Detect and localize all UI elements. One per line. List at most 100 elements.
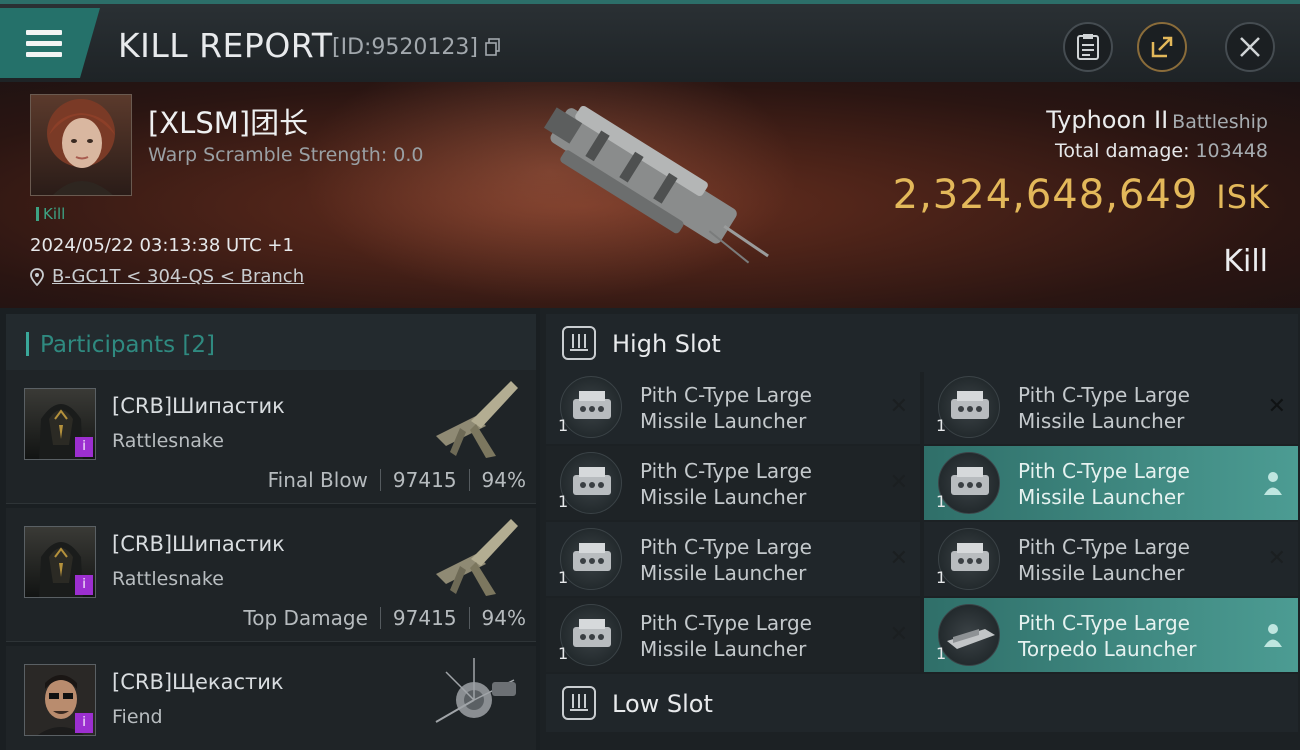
participant-avatar[interactable]: i bbox=[24, 388, 96, 460]
module-name: Pith C-Type Large Missile Launcher bbox=[640, 610, 812, 662]
participant-damage: 97415 bbox=[392, 606, 457, 630]
module-item[interactable]: 1 Pith C-Type Large Missile Launcher ✕ bbox=[924, 522, 1298, 596]
module-name-line2: Missile Launcher bbox=[640, 637, 807, 661]
participant-avatar[interactable]: i bbox=[24, 664, 96, 736]
module-item[interactable]: 1 Pith C-Type Large Missile Launcher ✕ bbox=[546, 446, 920, 520]
participant-role: Final Blow bbox=[267, 468, 368, 492]
kill-location[interactable]: B-GC1T < 304-QS < Branch bbox=[30, 266, 304, 287]
rattlesnake-ship-image bbox=[436, 519, 518, 596]
page-title: KILL REPORT bbox=[118, 26, 333, 65]
participant-row[interactable]: i [CRB]Шипастик Rattlesnake Final Blow 9… bbox=[6, 370, 536, 504]
module-name: Pith C-Type Large Missile Launcher bbox=[1018, 382, 1190, 434]
clipboard-button[interactable] bbox=[1063, 22, 1113, 72]
victim-portrait[interactable] bbox=[30, 94, 132, 196]
module-name: Pith C-Type Large Missile Launcher bbox=[640, 382, 812, 434]
module-name-line1: Pith C-Type Large bbox=[640, 535, 812, 559]
module-name-line1: Pith C-Type Large bbox=[640, 383, 812, 407]
module-name-line1: Pith C-Type Large bbox=[1018, 459, 1190, 483]
menu-button[interactable] bbox=[0, 8, 100, 78]
ship-class: Battleship bbox=[1172, 111, 1268, 133]
fiend-ship-image bbox=[435, 658, 516, 723]
module-quantity: 1 bbox=[558, 492, 569, 511]
participant-damage: 97415 bbox=[392, 468, 457, 492]
module-item[interactable]: 1 Pith C-Type Large Missile Launcher bbox=[924, 446, 1298, 520]
warp-scramble-strength: Warp Scramble Strength: 0.0 bbox=[148, 144, 424, 166]
participants-header: Participants [2] bbox=[6, 314, 536, 374]
module-item[interactable]: 1 Pith C-Type Large Missile Launcher ✕ bbox=[546, 370, 920, 444]
module-name-line2: Missile Launcher bbox=[640, 561, 807, 585]
participants-panel: Participants [2] i [CRB]Шипастик Rattles… bbox=[0, 308, 540, 750]
clipboard-icon bbox=[1077, 34, 1099, 60]
module-quantity: 1 bbox=[936, 644, 947, 663]
stat-divider bbox=[379, 469, 381, 491]
isk-amount: 2,324,648,649 bbox=[892, 172, 1199, 218]
module-name-line1: Pith C-Type Large bbox=[1018, 383, 1190, 407]
report-id[interactable]: [ID:9520123] bbox=[332, 35, 501, 60]
victim-banner: [XLSM]团长 Warp Scramble Strength: 0.0 Kil… bbox=[0, 82, 1300, 308]
top-bar: KILL REPORT [ID:9520123] bbox=[0, 0, 1300, 82]
victim-ship-type: Typhoon II Battleship bbox=[1046, 106, 1268, 134]
close-button[interactable] bbox=[1225, 22, 1275, 72]
stat-divider bbox=[379, 607, 381, 629]
participant-name: [CRB]Шипастик bbox=[112, 394, 285, 418]
destroyed-icon: ✕ bbox=[1267, 394, 1286, 419]
module-name-line2: Missile Launcher bbox=[1018, 409, 1185, 433]
torpedo-launcher-icon bbox=[938, 604, 1000, 666]
high-slot-icon bbox=[562, 326, 596, 360]
destroyed-icon: ✕ bbox=[1267, 546, 1286, 571]
stat-divider bbox=[468, 469, 470, 491]
missile-launcher-icon bbox=[560, 376, 622, 438]
security-badge: i bbox=[75, 713, 93, 733]
kill-datetime: 2024/05/22 03:13:38 UTC +1 bbox=[30, 235, 294, 256]
low-slot-header: Low Slot bbox=[546, 674, 1298, 732]
module-quantity: 1 bbox=[558, 644, 569, 663]
rattlesnake-ship-image bbox=[436, 381, 518, 458]
missile-launcher-icon bbox=[560, 452, 622, 514]
module-name-line2: Missile Launcher bbox=[640, 409, 807, 433]
victim-name: [XLSM]团长 bbox=[148, 106, 309, 140]
destroyed-icon: ✕ bbox=[889, 470, 908, 495]
participant-ship: Fiend bbox=[112, 706, 163, 728]
module-item[interactable]: 1 Pith C-Type Large Missile Launcher ✕ bbox=[924, 370, 1298, 444]
module-quantity: 1 bbox=[936, 492, 947, 511]
module-name: Pith C-Type Large Missile Launcher bbox=[1018, 534, 1190, 586]
module-name-line1: Pith C-Type Large bbox=[1018, 535, 1190, 559]
module-name: Pith C-Type Large Missile Launcher bbox=[640, 458, 812, 510]
share-button[interactable] bbox=[1137, 22, 1187, 72]
ship-name: Typhoon II bbox=[1046, 106, 1169, 134]
low-slot-icon bbox=[562, 686, 596, 720]
module-name-line2: Torpedo Launcher bbox=[1018, 637, 1197, 661]
module-name: Pith C-Type Large Torpedo Launcher bbox=[1018, 610, 1197, 662]
copy-icon[interactable] bbox=[485, 38, 501, 56]
destroyed-icon: ✕ bbox=[889, 394, 908, 419]
low-slot-label: Low Slot bbox=[612, 690, 713, 718]
missile-launcher-icon bbox=[938, 376, 1000, 438]
missile-launcher-icon bbox=[560, 528, 622, 590]
participants-title: Participants [2] bbox=[40, 332, 215, 358]
participant-ship: Rattlesnake bbox=[112, 430, 224, 452]
module-item[interactable]: 1 Pith C-Type Large Missile Launcher ✕ bbox=[546, 598, 920, 672]
participant-avatar[interactable]: i bbox=[24, 526, 96, 598]
module-item[interactable]: 1 Pith C-Type Large Torpedo Launcher bbox=[924, 598, 1298, 672]
participant-row[interactable]: i [CRB]Шипастик Rattlesnake Top Damage 9… bbox=[6, 508, 536, 642]
high-slot-label: High Slot bbox=[612, 330, 721, 358]
module-name-line2: Missile Launcher bbox=[1018, 561, 1185, 585]
module-quantity: 1 bbox=[936, 416, 947, 435]
total-damage-label: Total damage: bbox=[1055, 140, 1190, 162]
total-damage: Total damage: 103448 bbox=[1055, 140, 1268, 162]
victim-ship-image[interactable] bbox=[515, 102, 785, 287]
participant-row[interactable]: i [CRB]Щекастик Fiend bbox=[6, 646, 536, 750]
location-link[interactable]: B-GC1T < 304-QS < Branch bbox=[52, 266, 304, 287]
security-badge: i bbox=[75, 575, 93, 595]
module-name-line1: Pith C-Type Large bbox=[640, 459, 812, 483]
missile-launcher-icon bbox=[938, 528, 1000, 590]
dropped-person-icon bbox=[1264, 624, 1282, 647]
participants-accent-bar bbox=[26, 332, 29, 356]
module-name: Pith C-Type Large Missile Launcher bbox=[640, 534, 812, 586]
portrait-image bbox=[47, 99, 115, 195]
report-id-label: [ID:9520123] bbox=[332, 35, 478, 60]
module-quantity: 1 bbox=[936, 568, 947, 587]
module-item[interactable]: 1 Pith C-Type Large Missile Launcher ✕ bbox=[546, 522, 920, 596]
module-name-line2: Missile Launcher bbox=[1018, 485, 1185, 509]
isk-value: 2,324,648,649 ISK bbox=[893, 172, 1270, 218]
